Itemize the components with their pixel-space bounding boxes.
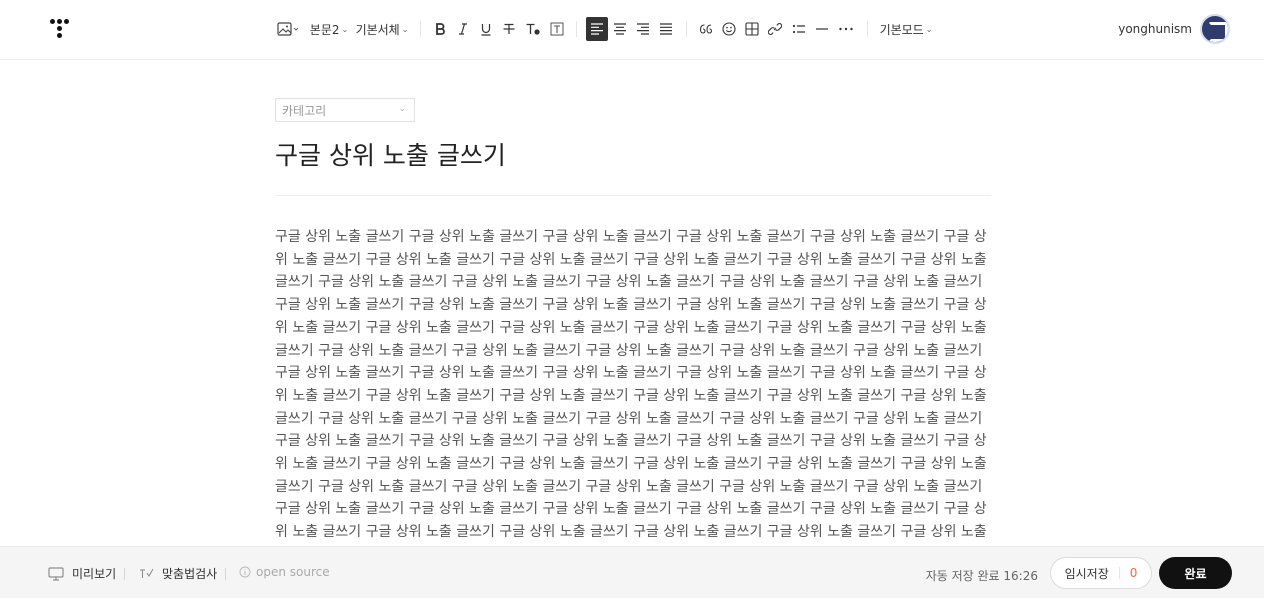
horizontal-line-button[interactable] xyxy=(812,17,832,41)
save-draft-label: 임시저장 xyxy=(1064,566,1109,581)
category-placeholder: 카테고리 xyxy=(282,103,327,118)
publish-button[interactable]: 완료 xyxy=(1159,557,1232,589)
paragraph-style-select[interactable]: 본문2 ⌄ xyxy=(310,17,348,41)
text-color-button[interactable] xyxy=(522,17,544,41)
toolbar-divider xyxy=(867,21,868,37)
strikethrough-icon xyxy=(503,23,515,34)
italic-icon xyxy=(459,23,467,35)
footer-divider xyxy=(225,568,226,580)
underline-button[interactable] xyxy=(476,17,496,41)
bullet-list-button[interactable] xyxy=(788,17,810,41)
quote-icon xyxy=(699,24,713,34)
align-left-button[interactable] xyxy=(586,17,608,41)
preview-button[interactable]: 미리보기 xyxy=(48,565,116,582)
link-icon xyxy=(768,23,782,35)
username: yonghunism xyxy=(1118,22,1192,36)
chevron-down-icon: ⌄ xyxy=(925,24,933,34)
open-source-label: open source xyxy=(256,565,330,579)
smile-icon xyxy=(722,22,736,36)
strikethrough-button[interactable] xyxy=(499,17,519,41)
bullet-list-icon xyxy=(792,24,805,34)
insert-image-button[interactable] xyxy=(276,17,300,41)
monitor-icon xyxy=(48,567,64,581)
text-background-button[interactable] xyxy=(547,17,567,41)
toolbar-divider xyxy=(686,21,687,37)
preview-label: 미리보기 xyxy=(72,567,117,581)
more-options-button[interactable] xyxy=(835,17,857,41)
user-profile[interactable]: yonghunism xyxy=(1118,14,1230,44)
toolbar-divider xyxy=(420,21,421,37)
align-left-icon xyxy=(591,23,603,35)
text-color-icon xyxy=(526,23,540,35)
quote-button[interactable] xyxy=(696,17,716,41)
align-justify-button[interactable] xyxy=(656,17,676,41)
image-icon xyxy=(277,22,299,36)
editor-mode-select[interactable]: 기본모드 ⌄ xyxy=(879,17,933,41)
open-source-link[interactable]: open source xyxy=(239,565,330,579)
emoticon-button[interactable] xyxy=(719,17,739,41)
align-right-button[interactable] xyxy=(633,17,653,41)
bold-icon xyxy=(436,23,445,35)
chevron-down-icon: ⌄ xyxy=(401,24,409,34)
align-center-icon xyxy=(614,23,626,35)
underline-icon xyxy=(481,24,491,36)
spellcheck-button[interactable]: 맞춤법검사 xyxy=(138,565,217,582)
align-right-icon xyxy=(637,23,649,35)
editor-toolbar: 본문2 ⌄ 기본서체 ⌄ 기본모드 ⌄ yonghunism xyxy=(0,0,1264,60)
post-body-editor[interactable]: 구글 상위 노출 글쓰기 구글 상위 노출 글쓰기 구글 상위 노출 글쓰기 구… xyxy=(275,226,987,546)
info-circle-icon xyxy=(239,566,251,578)
save-draft-button[interactable]: 임시저장 0 xyxy=(1050,557,1152,589)
editor-mode-label: 기본모드 xyxy=(879,22,924,37)
category-select[interactable]: 카테고리 ⌄ xyxy=(275,98,415,122)
draft-count-badge[interactable]: 0 xyxy=(1118,567,1137,579)
footer-divider xyxy=(124,568,125,580)
title-divider xyxy=(275,195,991,196)
font-select[interactable]: 기본서체 ⌄ xyxy=(355,17,409,41)
toolbar-divider xyxy=(576,21,577,37)
link-button[interactable] xyxy=(765,17,785,41)
text-background-icon xyxy=(550,22,564,36)
horizontal-line-icon xyxy=(816,28,828,30)
post-title-input[interactable]: 구글 상위 노출 글쓰기 xyxy=(275,138,991,180)
spellcheck-icon xyxy=(138,567,154,581)
autosave-status: 자동 저장 완료 16:26 xyxy=(925,569,1038,583)
paragraph-style-label: 본문2 xyxy=(309,22,340,37)
editor-footer: 미리보기 맞춤법검사 open source 자동 저장 완료 16:26 임시… xyxy=(0,546,1264,598)
avatar xyxy=(1200,14,1230,44)
italic-button[interactable] xyxy=(453,17,473,41)
tistory-logo-icon[interactable] xyxy=(48,16,72,42)
spellcheck-label: 맞춤법검사 xyxy=(162,567,218,581)
align-justify-icon xyxy=(660,23,672,35)
font-label: 기본서체 xyxy=(355,22,400,37)
more-horizontal-icon xyxy=(839,27,853,31)
chevron-down-icon: ⌄ xyxy=(341,24,349,34)
chevron-down-icon: ⌄ xyxy=(398,104,406,114)
align-center-button[interactable] xyxy=(610,17,630,41)
table-button[interactable] xyxy=(742,17,762,41)
bold-button[interactable] xyxy=(430,17,450,41)
table-icon xyxy=(745,22,759,36)
